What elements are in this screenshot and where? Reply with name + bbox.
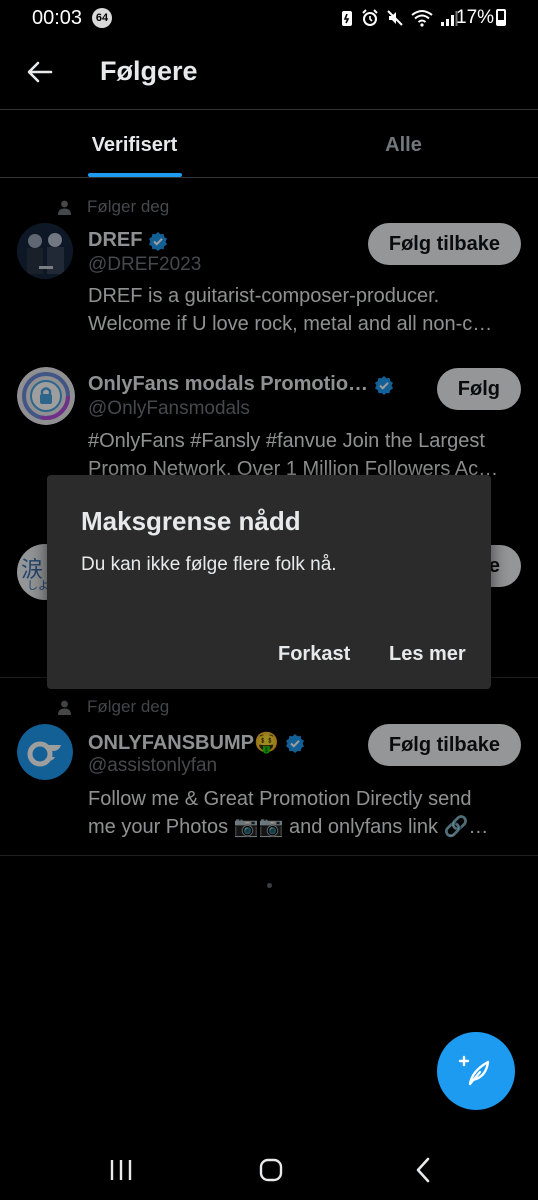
compose-button[interactable] bbox=[437, 1032, 515, 1110]
home-icon bbox=[259, 1158, 283, 1182]
limit-reached-dialog: Maksgrense nådd Du kan ikke følge flere … bbox=[47, 475, 491, 689]
status-bar: 00:03 64 17% bbox=[0, 0, 538, 36]
status-icons bbox=[340, 8, 458, 28]
status-time: 00:03 bbox=[32, 7, 83, 29]
recent-apps-button[interactable] bbox=[101, 1150, 141, 1190]
mute-icon bbox=[387, 10, 403, 26]
battery-icon bbox=[496, 9, 506, 26]
wifi-icon bbox=[411, 10, 433, 27]
alarm-icon bbox=[362, 9, 378, 26]
active-tab-indicator bbox=[88, 173, 182, 177]
page-title: Følgere bbox=[100, 56, 198, 86]
tab-all[interactable]: Alle bbox=[269, 110, 538, 178]
back-chevron-icon bbox=[416, 1157, 430, 1183]
loading-indicator bbox=[267, 883, 272, 888]
dialog-title: Maksgrense nådd bbox=[81, 506, 301, 536]
tab-bar: Verifisert Alle bbox=[0, 110, 538, 178]
battery-saver-icon bbox=[342, 11, 352, 26]
tab-verified[interactable]: Verifisert bbox=[0, 110, 269, 178]
arrow-left-icon bbox=[27, 61, 53, 83]
system-nav-bar bbox=[0, 1136, 538, 1200]
recent-apps-icon bbox=[110, 1160, 132, 1180]
back-nav-button[interactable] bbox=[403, 1150, 443, 1190]
compose-post-icon bbox=[458, 1055, 490, 1086]
back-button[interactable] bbox=[22, 54, 58, 90]
notification-count-badge: 64 bbox=[92, 8, 112, 28]
app-header: Følgere bbox=[0, 36, 538, 110]
home-button[interactable] bbox=[251, 1150, 291, 1190]
battery-percentage: 17% bbox=[456, 7, 495, 28]
dismiss-button[interactable]: Forkast bbox=[278, 643, 350, 666]
dialog-message: Du kan ikke følge flere folk nå. bbox=[81, 554, 337, 575]
learn-more-button[interactable]: Les mer bbox=[389, 643, 466, 666]
